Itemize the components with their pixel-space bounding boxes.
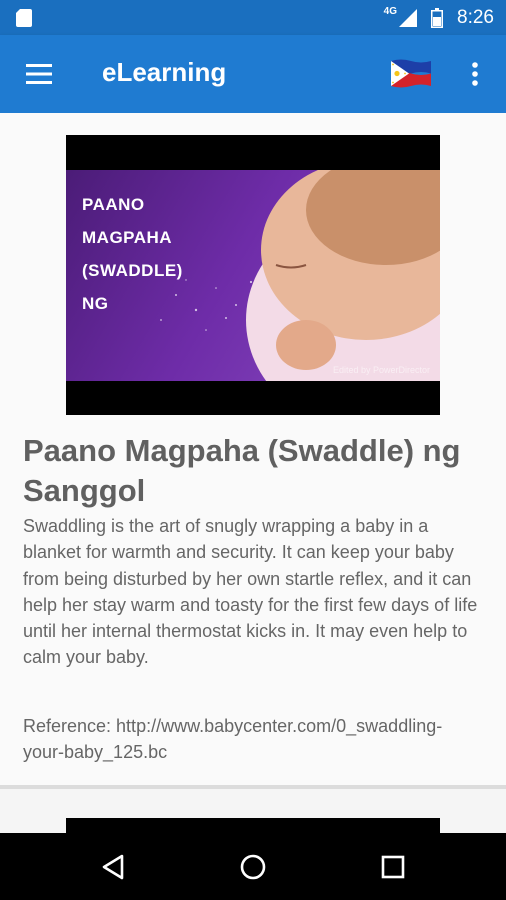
home-icon[interactable] bbox=[237, 851, 269, 883]
more-vert-icon[interactable] bbox=[462, 57, 488, 91]
thumbnail-caption: PAANO MAGPAHA (SWADDLE) NG bbox=[82, 188, 183, 320]
recents-icon[interactable] bbox=[377, 851, 409, 883]
app-bar: eLearning bbox=[0, 35, 506, 113]
hamburger-menu-icon[interactable] bbox=[22, 59, 58, 89]
clock: 8:26 bbox=[457, 6, 494, 28]
caption-line: MAGPAHA bbox=[82, 228, 173, 247]
video-thumbnail[interactable]: PAANO MAGPAHA (SWADDLE) NG Edited by Pow… bbox=[66, 170, 440, 381]
app-title: eLearning bbox=[102, 57, 227, 87]
philippines-flag-icon[interactable] bbox=[389, 58, 433, 89]
battery-icon bbox=[431, 7, 444, 28]
next-video-player[interactable] bbox=[66, 818, 440, 833]
video-player[interactable]: PAANO MAGPAHA (SWADDLE) NG Edited by Pow… bbox=[66, 135, 440, 415]
content-scroll-area[interactable]: PAANO MAGPAHA (SWADDLE) NG Edited by Pow… bbox=[0, 113, 506, 833]
status-bar: 4G 8:26 bbox=[0, 0, 506, 35]
network-type: 4G bbox=[383, 6, 398, 17]
lesson-title: Paano Magpaha (Swaddle) ng Sanggol bbox=[23, 433, 461, 508]
caption-line: PAANO bbox=[82, 195, 145, 214]
thumbnail-credit: Edited by PowerDirector bbox=[332, 365, 430, 375]
back-icon[interactable] bbox=[98, 851, 130, 883]
sd-card-icon bbox=[16, 9, 32, 27]
caption-line: NG bbox=[82, 294, 109, 313]
navigation-bar bbox=[0, 833, 506, 900]
lesson-reference[interactable]: Reference: http://www.babycenter.com/0_s… bbox=[23, 713, 483, 766]
lesson-card[interactable]: PAANO MAGPAHA (SWADDLE) NG Edited by Pow… bbox=[0, 113, 506, 789]
lesson-description: Swaddling is the art of snugly wrapping … bbox=[23, 516, 478, 668]
caption-line: (SWADDLE) bbox=[82, 261, 183, 280]
signal-icon bbox=[399, 8, 418, 27]
